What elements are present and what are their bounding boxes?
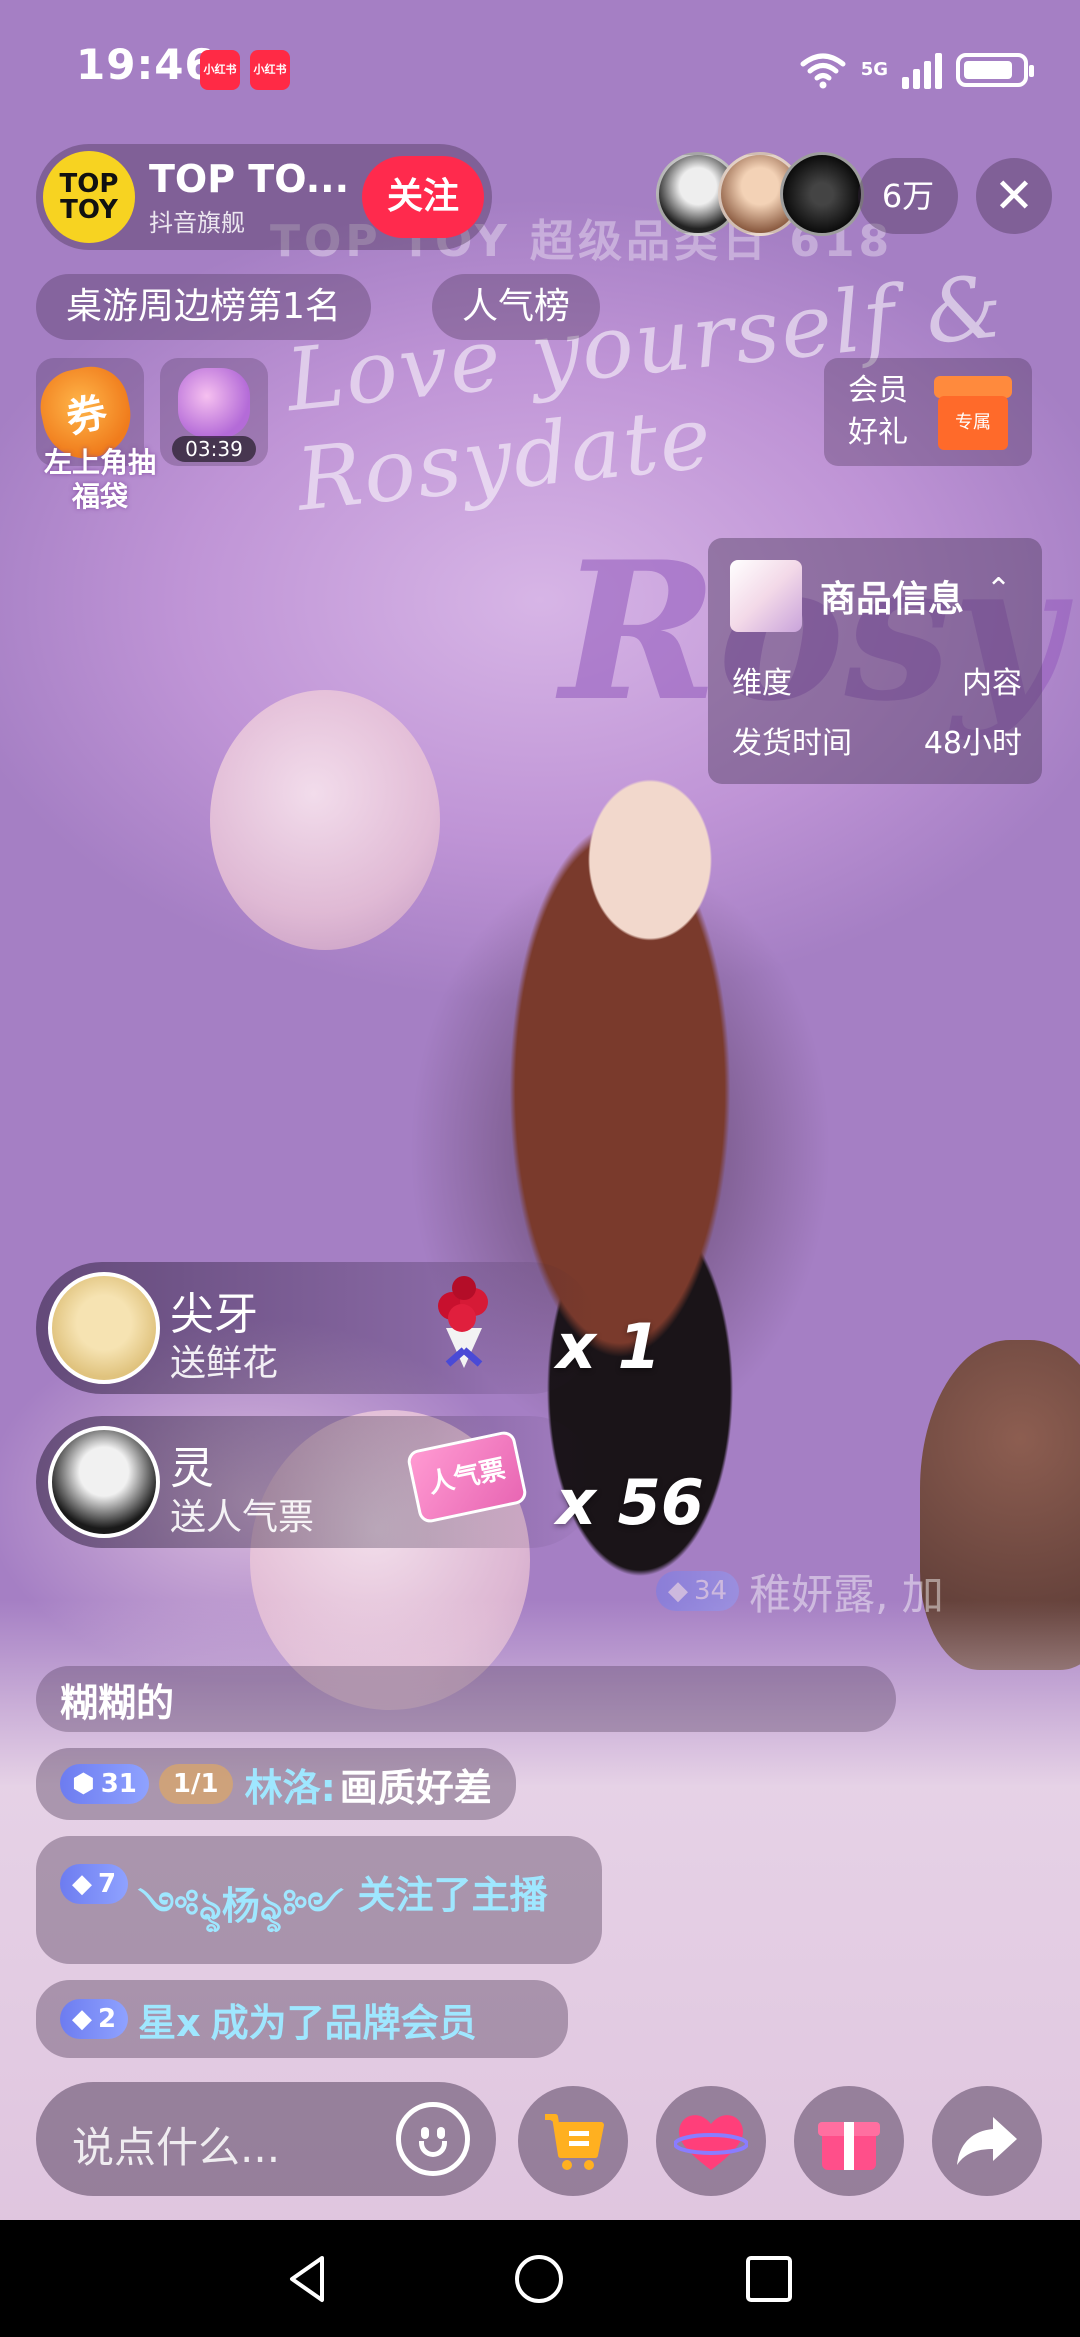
chat-message[interactable]: ◆ 7 ༺ৡ杨ৡ༻ 关注了主播: [36, 1836, 602, 1964]
chat-message[interactable]: ◆ 2 星x 成为了品牌会员: [36, 1980, 568, 2058]
level-badge: ⬢ 31: [60, 1764, 149, 1804]
shopping-cart-icon: [545, 2114, 604, 2170]
member-gift-text: 会员 好礼: [848, 370, 908, 454]
back-icon[interactable]: [282, 2252, 336, 2306]
share-button[interactable]: [932, 2086, 1042, 2196]
member-gift-line1: 会员: [848, 373, 908, 408]
chat-username[interactable]: 林洛:: [245, 1757, 336, 1812]
product-info-card[interactable]: 商品信息 ⌃ 维度 内容 发货时间 48小时: [708, 538, 1042, 784]
viewer-avatar[interactable]: [780, 152, 864, 236]
gift-count: x 1: [556, 1310, 661, 1383]
follow-button[interactable]: 关注: [362, 156, 484, 238]
battery-icon: [956, 53, 1034, 87]
chevron-up-icon[interactable]: ⌃: [986, 572, 1011, 607]
product-info-value: 内容: [962, 666, 1022, 701]
notification-app-icon: 小红书: [250, 50, 290, 90]
avatar[interactable]: [48, 1272, 160, 1384]
comment-input-placeholder: 说点什么...: [72, 2123, 281, 2172]
level-badge: ◆ 34: [656, 1571, 740, 1611]
diamond-icon: ◆: [72, 2004, 92, 2034]
host-info: TOP TO... 抖音旗舰: [149, 156, 350, 238]
notification-app-icon: 小红书: [200, 50, 240, 90]
signal-icon: [902, 51, 942, 89]
gift-action-text: 送鲜花: [170, 1343, 279, 1384]
host-subtitle: 抖音旗舰: [149, 208, 245, 237]
system-navigation-bar: [0, 2220, 1080, 2337]
hexagon-icon: ⬢: [72, 1769, 95, 1799]
host-info-pill[interactable]: TOP TOY TOP TO... 抖音旗舰 关注: [36, 144, 492, 250]
host-name: TOP TO...: [149, 156, 350, 201]
chat-text: 成为了品牌会员: [210, 2000, 477, 2045]
shopping-cart-button[interactable]: [518, 2086, 628, 2196]
product-info-row: 发货时间 48小时: [732, 718, 1022, 762]
member-exclusive-tag: 专属: [938, 396, 1008, 450]
lucky-bag-label[interactable]: 左上角抽福袋: [40, 446, 160, 514]
recent-apps-icon[interactable]: [742, 2252, 796, 2306]
diamond-icon: ◆: [668, 1576, 688, 1606]
share-icon: [957, 2117, 1017, 2165]
host-logo-top-text: TOP: [59, 169, 119, 199]
popularity-ticket-label: 人气票: [425, 1454, 509, 1500]
chat-system-name-text: 糊糊的: [60, 1680, 175, 1725]
rank-chip-popularity[interactable]: 人气榜: [432, 274, 601, 340]
product-info-value: 48小时: [923, 726, 1022, 761]
rose-bouquet-icon: [438, 1276, 488, 1368]
member-gift-widget[interactable]: 会员 好礼 专属: [824, 358, 1032, 466]
system-icons: 5G: [799, 48, 1034, 92]
status-time: 19:46: [76, 40, 215, 89]
status-bar: 19:46 小红书 小红书 5G: [0, 0, 1080, 140]
host-logo-bottom-text: TOY: [60, 195, 118, 225]
rank-chip-board[interactable]: 桌游周边榜第1名: [36, 274, 371, 340]
gift-sender-name: 尖牙: [170, 1289, 258, 1340]
timed-gift-widget[interactable]: 03:39: [160, 358, 268, 466]
emoji-icon[interactable]: [396, 2102, 470, 2176]
chat-username[interactable]: 星x: [138, 1992, 201, 2047]
chat-username[interactable]: ༺ৡ杨ৡ༻: [138, 1864, 343, 1971]
diamond-icon: ◆: [72, 1869, 92, 1899]
host-logo-avatar[interactable]: TOP TOY: [43, 151, 135, 243]
wifi-icon: [800, 53, 846, 89]
network-type-label: 5G: [860, 59, 888, 80]
audience-count[interactable]: 6万: [858, 158, 958, 234]
level-badge-number: 7: [98, 1869, 117, 1899]
fan-badge: 1/1: [158, 1764, 233, 1804]
gift-count: x 56: [556, 1466, 704, 1539]
chat-message[interactable]: ⬢ 31 1/1 林洛: 画质好差: [36, 1748, 516, 1820]
product-thumbnail[interactable]: [730, 560, 802, 632]
chat-text: 画质好差: [339, 1765, 492, 1810]
gift-box-icon: 专属: [934, 376, 1012, 450]
faded-chat-text: 稚妍露, 加: [749, 1569, 944, 1619]
gift-icon: [818, 2122, 880, 2170]
home-icon[interactable]: [512, 2252, 566, 2306]
product-info-row: 维度 内容: [732, 658, 1022, 702]
gift-button[interactable]: [794, 2086, 904, 2196]
level-badge: ◆ 2: [60, 1999, 129, 2039]
gift-pouch-icon: [178, 368, 250, 438]
gift-action-text: 送人气票: [170, 1497, 315, 1538]
chat-system-name: 糊糊的: [36, 1666, 896, 1732]
member-gift-line2: 好礼: [848, 415, 908, 450]
product-info-key: 维度: [732, 666, 792, 701]
gift-sender-name: 灵: [170, 1443, 214, 1494]
gift-countdown: 03:39: [172, 436, 256, 462]
chat-text: 关注了主播: [357, 1873, 548, 1917]
top-viewers-avatars[interactable]: [656, 152, 866, 236]
close-button[interactable]: ✕: [976, 158, 1052, 234]
comment-input[interactable]: 说点什么...: [36, 2082, 496, 2196]
level-badge-number: 2: [98, 2004, 117, 2034]
level-badge: ◆ 7: [60, 1864, 129, 1904]
like-button[interactable]: [656, 2086, 766, 2196]
level-badge-number: 31: [100, 1769, 137, 1799]
product-info-key: 发货时间: [732, 726, 852, 761]
product-info-title: 商品信息: [820, 579, 965, 620]
like-heart-icon: [674, 2115, 748, 2170]
faded-chat-row: ◆ 34 稚妍露, 加: [656, 1560, 944, 1622]
level-badge-number: 34: [694, 1576, 728, 1606]
avatar[interactable]: [48, 1426, 160, 1538]
